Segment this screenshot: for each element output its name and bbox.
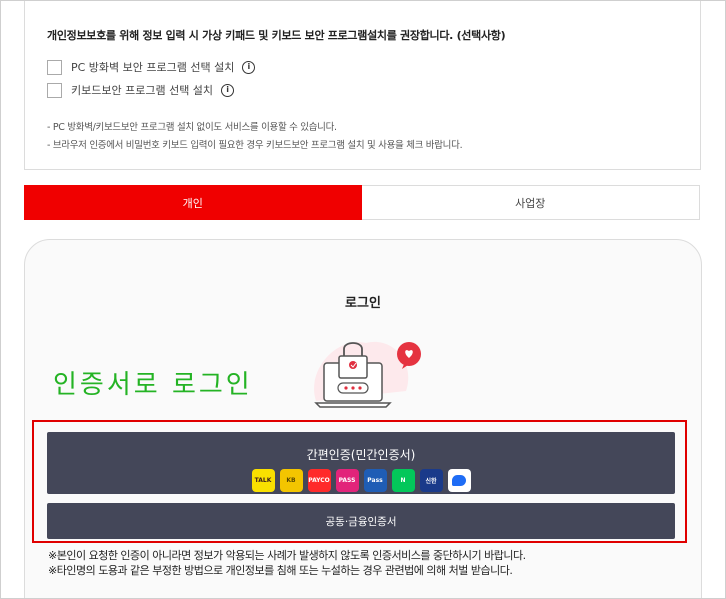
security-note-2: - 브라우저 인증에서 비밀번호 키보드 입력이 필요한 경우 키보드보안 프로… [47,140,463,151]
easy-auth-button[interactable]: 간편인증(민간인증서) TALK KB PAYCO PASS Pass N 신한 [47,432,675,494]
disclaimer-1: ※본인이 요청한 인증이 아니라면 정보가 악용되는 사례가 발생하지 않도록 … [48,549,526,562]
certificate-login-button[interactable]: 공동·금융인증서 [47,503,675,539]
info-icon[interactable]: i [242,60,256,74]
samsung-pass-icon: Pass [363,468,387,492]
security-note-1: - PC 방화벽/키보드보안 프로그램 설치 없이도 서비스를 이용할 수 있습… [47,122,337,133]
keyboard-security-option[interactable]: 키보드보안 프로그램 선택 설치 i [47,82,235,98]
kb-icon: KB [279,468,303,492]
disclaimer-2: ※타인명의 도용과 같은 부정한 방법으로 개인정보를 침해 또는 누설하는 경… [48,564,513,577]
page-frame: 개인정보보호를 위해 정보 입력 시 가상 키패드 및 키보드 보안 프로그램설… [0,0,726,599]
toss-icon [447,468,471,492]
pass-icon: PASS [335,468,359,492]
user-type-tabs: 개인 사업장 [24,185,700,220]
firewall-label: PC 방화벽 보안 프로그램 선택 설치 [71,61,235,74]
naver-icon: N [391,468,415,492]
kakaotalk-icon: TALK [251,468,275,492]
easy-auth-label: 간편인증(민간인증서) [306,447,416,462]
security-options-box: 개인정보보호를 위해 정보 입력 시 가상 키패드 및 키보드 보안 프로그램설… [24,1,701,170]
info-icon[interactable]: i [221,83,235,97]
keyboard-security-checkbox[interactable] [47,82,62,98]
firewall-checkbox[interactable] [47,59,62,75]
security-title: 개인정보보호를 위해 정보 입력 시 가상 키패드 및 키보드 보안 프로그램설… [47,29,506,42]
toss-bubble [452,474,466,486]
login-title: 로그인 [345,296,381,311]
tab-business[interactable]: 사업장 [361,185,700,220]
tab-personal[interactable]: 개인 [24,185,362,220]
provider-icons: TALK KB PAYCO PASS Pass N 신한 [47,468,675,492]
annotation-text: 인증서로 로그인 [53,370,253,400]
firewall-option[interactable]: PC 방화벽 보안 프로그램 선택 설치 i [47,59,256,75]
keyboard-security-label: 키보드보안 프로그램 선택 설치 [71,84,214,97]
payco-icon: PAYCO [307,468,331,492]
shinhan-icon: 신한 [419,468,443,492]
laptop-lock-illustration [314,341,421,408]
